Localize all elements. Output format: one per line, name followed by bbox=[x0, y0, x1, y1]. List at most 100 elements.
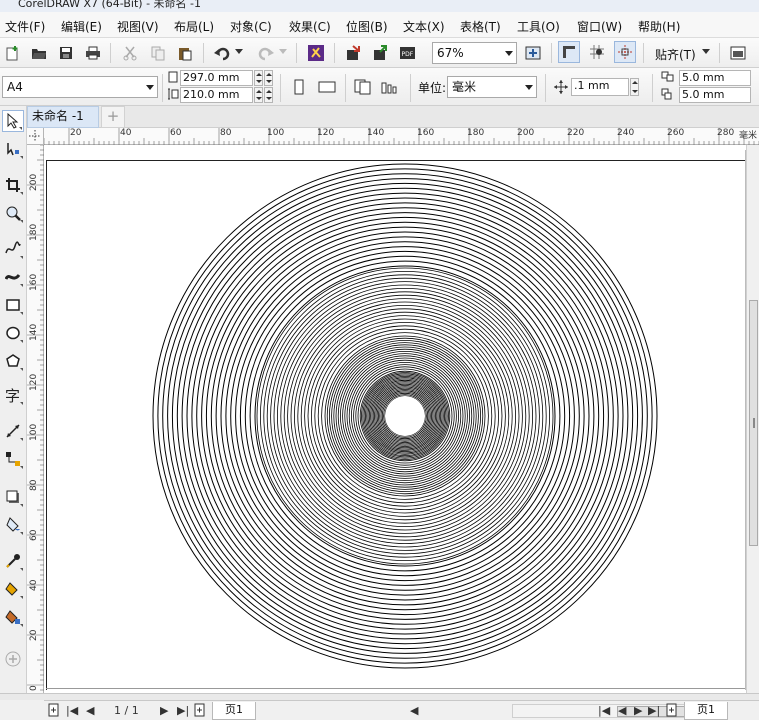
corel-connect-icon[interactable] bbox=[305, 42, 327, 64]
vertical-scrollbar[interactable] bbox=[746, 145, 759, 693]
vertical-scroll-thumb[interactable] bbox=[749, 300, 758, 546]
portrait-icon[interactable] bbox=[288, 76, 310, 98]
insert-page-after-icon[interactable] bbox=[192, 701, 208, 719]
nudge-distance-field[interactable]: .1 mm bbox=[571, 78, 629, 96]
center-hole bbox=[385, 396, 425, 436]
new-document-icon[interactable] bbox=[2, 42, 24, 64]
zoom-level-select[interactable]: 67% bbox=[432, 42, 517, 64]
import-icon[interactable] bbox=[342, 42, 364, 64]
paste-icon[interactable] bbox=[174, 42, 196, 64]
duplicate-y-field[interactable]: 5.0 mm bbox=[679, 87, 751, 103]
last-page-icon[interactable]: ▶| bbox=[177, 704, 189, 717]
insert-page-icon-2[interactable] bbox=[664, 701, 680, 719]
full-screen-preview-icon[interactable] bbox=[522, 42, 544, 64]
scroll-left-icon[interactable]: ◀ bbox=[410, 704, 418, 717]
page-width-spinner[interactable] bbox=[254, 70, 263, 86]
previous-page-icon-2[interactable]: ◀ bbox=[618, 704, 626, 717]
crop-tool-icon[interactable] bbox=[2, 174, 24, 196]
pick-tool-icon[interactable] bbox=[2, 110, 24, 132]
menu-text[interactable]: 文本(X) bbox=[403, 18, 445, 35]
eyedropper-tool-icon[interactable] bbox=[2, 550, 24, 572]
freehand-tool-icon[interactable] bbox=[2, 238, 24, 260]
page-width-spinner-2[interactable] bbox=[264, 70, 273, 86]
menu-window[interactable]: 窗口(W) bbox=[577, 18, 622, 35]
interactive-fill-tool-icon[interactable] bbox=[2, 578, 24, 600]
undo-icon[interactable] bbox=[211, 42, 233, 64]
drawing-canvas[interactable] bbox=[44, 145, 759, 693]
next-page-icon-2[interactable]: ▶ bbox=[634, 704, 642, 717]
redo-icon[interactable] bbox=[255, 42, 277, 64]
page-navigator-bar: |◀ ◀ 1 / 1 ▶ ▶| 页1 ◀ |◀ ◀ ▶ ▶| 页1 bbox=[44, 700, 759, 720]
publish-pdf-icon[interactable]: PDF bbox=[397, 42, 419, 64]
horizontal-ruler[interactable]: 20 40 60 80 100 120 140 160 180 200 220 … bbox=[44, 128, 759, 145]
smart-fill-tool-icon[interactable] bbox=[2, 606, 24, 628]
ruler-label: 260 bbox=[667, 128, 685, 138]
add-document-tab[interactable]: + bbox=[101, 106, 125, 128]
all-pages-icon[interactable] bbox=[352, 76, 374, 98]
transparency-tool-icon[interactable] bbox=[2, 514, 24, 536]
menu-view[interactable]: 视图(V) bbox=[117, 18, 159, 35]
page-height-field[interactable]: 210.0 mm bbox=[180, 87, 253, 103]
concentric-circles-artwork[interactable] bbox=[44, 145, 759, 693]
show-guidelines-icon[interactable] bbox=[614, 41, 636, 63]
ruler-label: 280 bbox=[717, 128, 735, 138]
options-icon[interactable] bbox=[727, 42, 749, 64]
page-height-spinner[interactable] bbox=[254, 87, 263, 103]
show-rulers-icon[interactable] bbox=[558, 41, 580, 63]
first-page-icon-2[interactable]: |◀ bbox=[598, 704, 610, 717]
polygon-tool-icon[interactable] bbox=[2, 350, 24, 372]
menu-bar: 文件(F) 编辑(E) 视图(V) 布局(L) 对象(C) 效果(C) 位图(B… bbox=[0, 12, 759, 38]
page-size-select[interactable]: A4 bbox=[2, 76, 158, 98]
connector-tool-icon[interactable] bbox=[2, 448, 24, 470]
parallel-dimension-tool-icon[interactable] bbox=[2, 420, 24, 442]
zoom-tool-icon[interactable] bbox=[2, 202, 24, 224]
previous-page-icon[interactable]: ◀ bbox=[86, 704, 94, 717]
page-tab-left[interactable]: 页1 bbox=[212, 702, 256, 720]
menu-help[interactable]: 帮助(H) bbox=[638, 18, 680, 35]
menu-effects[interactable]: 效果(C) bbox=[289, 18, 331, 35]
artistic-media-tool-icon[interactable] bbox=[2, 266, 24, 288]
snap-dropdown-icon[interactable] bbox=[700, 46, 712, 58]
save-icon[interactable] bbox=[55, 42, 77, 64]
ellipse-tool-icon[interactable] bbox=[2, 322, 24, 344]
menu-layout[interactable]: 布局(L) bbox=[174, 18, 214, 35]
menu-tools[interactable]: 工具(O) bbox=[517, 18, 560, 35]
insert-page-before-icon[interactable] bbox=[46, 701, 62, 719]
open-folder-icon[interactable] bbox=[28, 42, 50, 64]
shape-tool-icon[interactable] bbox=[2, 138, 24, 160]
page-height-spinner-2[interactable] bbox=[264, 87, 273, 103]
snap-to-menu[interactable]: 贴齐(T) bbox=[655, 46, 696, 63]
next-page-icon[interactable]: ▶ bbox=[160, 704, 168, 717]
nudge-spinner[interactable] bbox=[630, 78, 639, 96]
vertical-ruler[interactable]: 200 180 160 140 120 100 80 60 40 20 0 bbox=[27, 145, 44, 693]
page-tab-right[interactable]: 页1 bbox=[684, 702, 728, 720]
first-page-icon[interactable]: |◀ bbox=[66, 704, 78, 717]
ruler-label: 80 bbox=[220, 128, 232, 138]
redo-dropdown-icon[interactable] bbox=[277, 46, 289, 58]
page-width-field[interactable]: 297.0 mm bbox=[180, 70, 253, 86]
undo-dropdown-icon[interactable] bbox=[233, 46, 245, 58]
document-tab[interactable]: 未命名 -1 bbox=[27, 106, 99, 128]
menu-object[interactable]: 对象(C) bbox=[230, 18, 272, 35]
show-grid-icon[interactable] bbox=[586, 41, 608, 63]
export-icon[interactable] bbox=[369, 42, 391, 64]
drop-shadow-tool-icon[interactable] bbox=[2, 486, 24, 508]
cut-icon[interactable] bbox=[119, 42, 141, 64]
ruler-label: 40 bbox=[29, 579, 39, 591]
rectangle-tool-icon[interactable] bbox=[2, 294, 24, 316]
menu-file[interactable]: 文件(F) bbox=[5, 18, 45, 35]
horizontal-scrollbar[interactable] bbox=[512, 704, 712, 718]
current-page-icon[interactable] bbox=[379, 76, 401, 98]
last-page-icon-2[interactable]: ▶| bbox=[648, 704, 660, 717]
copy-icon[interactable] bbox=[147, 42, 169, 64]
units-select[interactable]: 毫米 bbox=[447, 76, 537, 98]
ruler-origin-icon[interactable] bbox=[27, 128, 44, 145]
print-icon[interactable] bbox=[82, 42, 104, 64]
landscape-icon[interactable] bbox=[316, 76, 338, 98]
add-tool-icon[interactable] bbox=[2, 648, 24, 670]
text-tool-icon[interactable]: 字 bbox=[2, 384, 24, 406]
duplicate-x-field[interactable]: 5.0 mm bbox=[679, 70, 751, 86]
menu-edit[interactable]: 编辑(E) bbox=[61, 18, 102, 35]
menu-bitmap[interactable]: 位图(B) bbox=[346, 18, 388, 35]
menu-table[interactable]: 表格(T) bbox=[460, 18, 501, 35]
